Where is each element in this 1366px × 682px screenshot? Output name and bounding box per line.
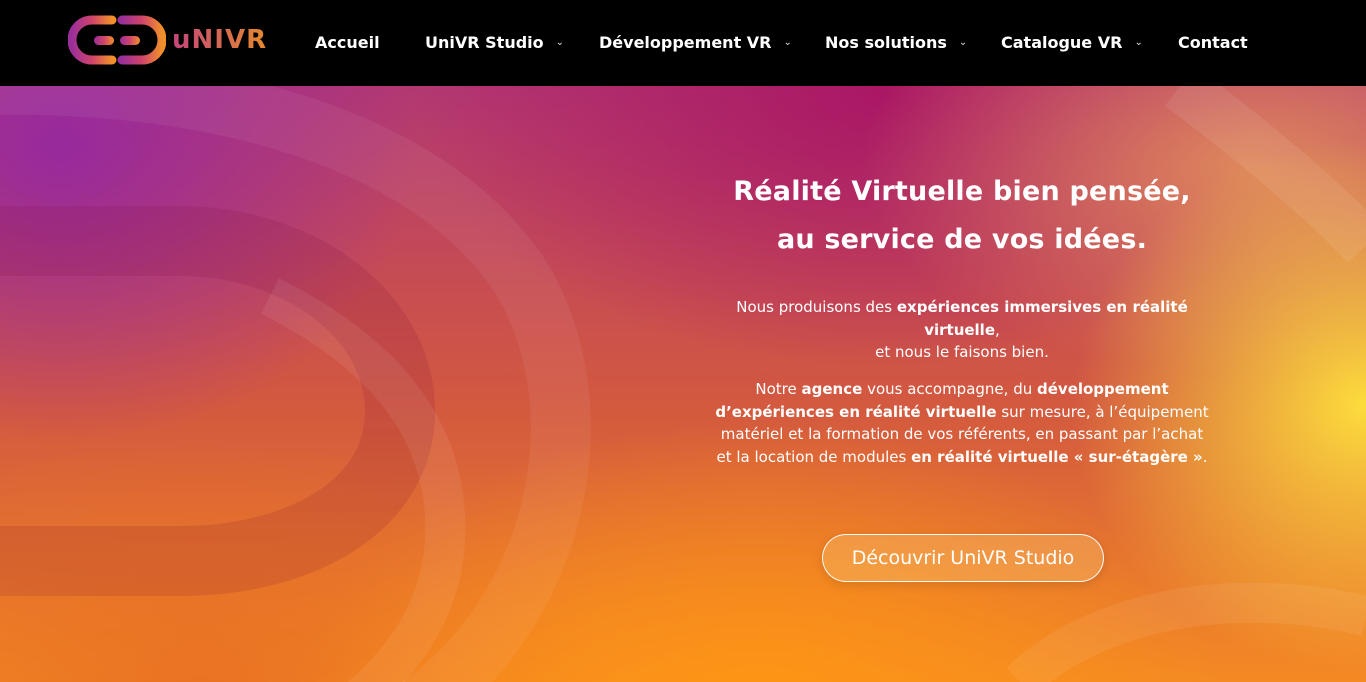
intro-text-3: et nous le faisons bien. — [875, 343, 1049, 361]
intro-text-1: Nous produisons des — [736, 298, 897, 316]
desc-bold-agence: agence — [801, 380, 863, 398]
nav-item-label: UniVR Studio — [425, 33, 544, 52]
hero-title: Réalité Virtuelle bien pensée, au servic… — [712, 168, 1212, 264]
chevron-down-icon: ⌄ — [783, 37, 792, 48]
hero-intro-paragraph: Nous produisons des expériences immersiv… — [712, 296, 1212, 364]
hero-description-paragraph: Notre agence vous accompagne, du dévelop… — [712, 378, 1212, 468]
hero-title-line-1: Réalité Virtuelle bien pensée, — [733, 176, 1191, 207]
intro-bold-1: expériences immersives en réalité virtue… — [896, 298, 1188, 339]
nav-item-label: Catalogue VR — [1001, 33, 1123, 52]
vr-headset-logo-icon — [68, 15, 166, 65]
chevron-down-icon: ⌄ — [555, 37, 565, 48]
hero-title-line-2: au service de vos idées. — [776, 224, 1148, 255]
hero-section: Réalité Virtuelle bien pensée, au servic… — [0, 86, 1366, 682]
nav-item-developpement-vr[interactable]: Développement VR ⌄ — [599, 30, 792, 56]
nav-item-catalogue-vr[interactable]: Catalogue VR ⌄ — [1001, 30, 1143, 56]
nav-item-nos-solutions[interactable]: Nos solutions ⌄ — [825, 30, 967, 56]
desc-text-1: Notre — [755, 380, 802, 398]
desc-text-4: . — [1202, 447, 1208, 466]
nav-item-accueil[interactable]: Accueil — [315, 30, 380, 56]
top-navigation-bar: uNIVR Accueil UniVR Studio ⌄ Développeme… — [0, 0, 1366, 86]
chevron-down-icon: ⌄ — [1134, 37, 1143, 48]
nav-item-label: Nos solutions — [825, 33, 947, 52]
intro-text-2: , — [995, 320, 1000, 339]
brand-wordmark: uNIVR — [172, 25, 268, 55]
nav-item-contact[interactable]: Contact — [1178, 30, 1248, 56]
nav-item-label: Accueil — [315, 33, 380, 52]
nav-item-label: Contact — [1178, 33, 1248, 52]
chevron-down-icon: ⌄ — [958, 37, 968, 48]
discover-univr-studio-button[interactable]: Découvrir UniVR Studio — [822, 534, 1104, 582]
desc-text-2: vous accompagne, du — [862, 380, 1037, 398]
nav-item-univr-studio[interactable]: UniVR Studio ⌄ — [425, 30, 564, 56]
desc-bold-sur-etagere: en réalité virtuelle « sur-étagère » — [911, 447, 1203, 466]
site-logo[interactable]: uNIVR — [68, 14, 267, 66]
nav-item-label: Développement VR — [599, 33, 772, 52]
